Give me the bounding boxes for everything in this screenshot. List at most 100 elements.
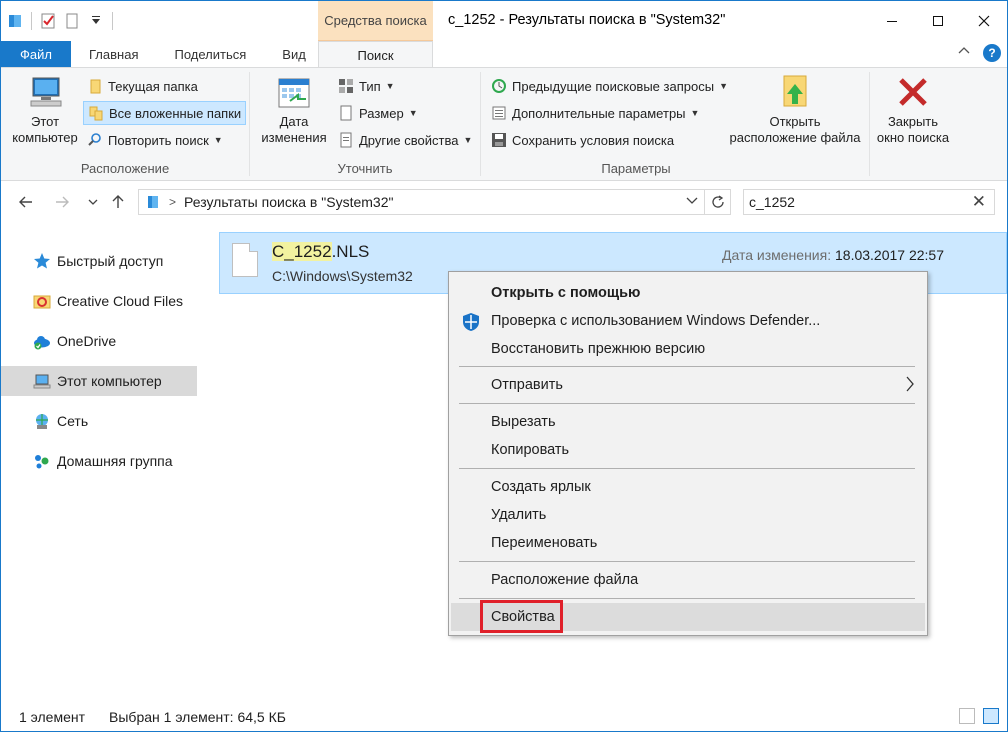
size-button[interactable]: Размер ▼ bbox=[334, 101, 422, 125]
menu-item-copy[interactable]: Копировать bbox=[451, 436, 925, 464]
address-history-icon[interactable] bbox=[686, 194, 698, 209]
properties-icon[interactable] bbox=[40, 13, 56, 29]
computer-icon bbox=[27, 74, 63, 110]
chevron-right-icon: > bbox=[169, 195, 177, 209]
details-view-icon[interactable] bbox=[959, 708, 975, 724]
close-search-icon bbox=[895, 74, 931, 110]
sidebar-item-creative-cloud[interactable]: Creative Cloud Files bbox=[1, 286, 197, 316]
menu-item-delete[interactable]: Удалить bbox=[451, 501, 925, 529]
close-search-label: Закрыть окно поиска bbox=[876, 114, 950, 145]
search-results-icon bbox=[145, 194, 161, 210]
menu-divider bbox=[459, 403, 915, 404]
minimize-icon bbox=[887, 21, 897, 22]
sidebar-item-onedrive[interactable]: OneDrive bbox=[1, 326, 197, 356]
group-divider bbox=[869, 72, 870, 176]
open-file-location-button[interactable]: Открыть расположение файла bbox=[727, 74, 863, 146]
other-properties-button[interactable]: Другие свойства ▼ bbox=[334, 128, 476, 152]
sidebar-item-network[interactable]: Сеть bbox=[1, 406, 197, 436]
navigation-pane: Быстрый доступ Creative Cloud Files OneD… bbox=[1, 222, 201, 702]
customize-toolbar-icon[interactable] bbox=[88, 13, 104, 29]
tab-view[interactable]: Вид bbox=[264, 41, 324, 67]
group-label-refine: Уточнить bbox=[337, 161, 393, 176]
sidebar-item-label: Creative Cloud Files bbox=[57, 293, 184, 309]
tab-search[interactable]: Поиск bbox=[318, 41, 433, 68]
search-box[interactable]: c_1252 ✕ bbox=[743, 189, 995, 215]
network-icon bbox=[33, 412, 51, 430]
menu-item-cut[interactable]: Вырезать bbox=[451, 408, 925, 436]
tab-share[interactable]: Поделиться bbox=[156, 41, 264, 67]
toolbar-divider bbox=[31, 12, 32, 30]
maximize-button[interactable] bbox=[915, 1, 961, 41]
close-button[interactable] bbox=[961, 1, 1007, 41]
up-button[interactable] bbox=[107, 190, 129, 214]
menu-item-send-to[interactable]: Отправить bbox=[451, 371, 925, 399]
explorer-window: Средства поиска c_1252 - Результаты поис… bbox=[0, 0, 1008, 732]
all-subfolders-button[interactable]: Все вложенные папки bbox=[83, 101, 247, 125]
large-icons-view-icon[interactable] bbox=[983, 708, 999, 724]
clear-search-icon[interactable]: ✕ bbox=[972, 192, 986, 212]
address-bar[interactable]: > Результаты поиска в "System32" bbox=[138, 189, 731, 215]
menu-item-label: Переименовать bbox=[491, 535, 598, 551]
menu-item-file-location[interactable]: Расположение файла bbox=[451, 566, 925, 594]
sidebar-item-homegroup[interactable]: Домашняя группа bbox=[1, 446, 197, 476]
back-button[interactable] bbox=[15, 190, 37, 214]
menu-item-label: Расположение файла bbox=[491, 572, 639, 588]
group-label-location: Расположение bbox=[80, 161, 170, 176]
quick-access-toolbar bbox=[7, 9, 113, 33]
folder-icon bbox=[87, 78, 103, 94]
tab-file[interactable]: Файл bbox=[1, 41, 71, 67]
search-input[interactable]: c_1252 bbox=[749, 194, 795, 210]
context-menu: Открыть с помощью Проверка с использован… bbox=[448, 271, 928, 636]
ribbon-group-options: Предыдущие поисковые запросы ▼ Дополните… bbox=[481, 68, 869, 180]
date-modified-caption: Дата изменения: bbox=[722, 247, 832, 263]
menu-item-rename[interactable]: Переименовать bbox=[451, 529, 925, 557]
menu-item-label: Копировать bbox=[491, 442, 570, 458]
tab-home[interactable]: Главная bbox=[71, 41, 156, 67]
current-folder-button[interactable]: Текущая папка bbox=[83, 74, 202, 98]
menu-divider bbox=[459, 468, 915, 469]
current-folder-label: Текущая папка bbox=[108, 78, 198, 94]
collapse-ribbon-icon[interactable] bbox=[957, 44, 971, 62]
kind-label: Тип bbox=[359, 78, 381, 94]
sidebar-item-quick-access[interactable]: Быстрый доступ bbox=[1, 246, 197, 276]
arrow-right-icon bbox=[56, 196, 69, 208]
menu-item-label: Открыть с помощью bbox=[491, 285, 641, 301]
onedrive-cloud-icon bbox=[33, 332, 51, 350]
kind-button[interactable]: Тип ▼ bbox=[334, 74, 399, 98]
chevron-down-icon: ▼ bbox=[213, 135, 223, 145]
sidebar-item-label: Этот компьютер bbox=[57, 373, 162, 389]
maximize-icon bbox=[933, 16, 943, 26]
file-name: C_1252.NLS bbox=[272, 242, 369, 262]
save-search-button[interactable]: Сохранить условия поиска bbox=[487, 128, 678, 152]
forward-button[interactable] bbox=[51, 190, 73, 214]
size-icon bbox=[338, 105, 354, 121]
file-name-match: C_1252 bbox=[272, 242, 332, 261]
new-folder-icon[interactable] bbox=[64, 13, 80, 29]
menu-item-restore-previous[interactable]: Восстановить прежнюю версию bbox=[451, 335, 925, 363]
menu-item-open-with[interactable]: Открыть с помощью bbox=[451, 279, 925, 307]
window-title: c_1252 - Результаты поиска в "System32" bbox=[448, 12, 726, 28]
recent-searches-label: Предыдущие поисковые запросы bbox=[512, 78, 715, 94]
date-modified-button[interactable]: Дата изменения bbox=[254, 74, 334, 146]
menu-divider bbox=[459, 598, 915, 599]
calendar-icon bbox=[276, 74, 312, 110]
this-pc-button[interactable]: Этот компьютер bbox=[9, 74, 81, 146]
menu-item-scan-defender[interactable]: Проверка с использованием Windows Defend… bbox=[451, 307, 925, 335]
advanced-options-button[interactable]: Дополнительные параметры ▼ bbox=[487, 101, 703, 125]
highlight-box bbox=[480, 600, 563, 633]
close-search-button[interactable]: Закрыть окно поиска bbox=[875, 74, 951, 146]
recent-searches-button[interactable]: Предыдущие поисковые запросы ▼ bbox=[487, 74, 732, 98]
sidebar-item-this-pc[interactable]: Этот компьютер bbox=[1, 366, 197, 396]
refresh-button[interactable] bbox=[704, 190, 730, 214]
explorer-app-icon[interactable] bbox=[7, 13, 23, 29]
breadcrumb[interactable]: Результаты поиска в "System32" bbox=[184, 194, 393, 210]
close-icon bbox=[978, 15, 990, 27]
search-again-button[interactable]: Повторить поиск ▼ bbox=[83, 128, 227, 152]
refresh-icon bbox=[711, 195, 724, 208]
menu-item-create-shortcut[interactable]: Создать ярлык bbox=[451, 473, 925, 501]
help-icon[interactable]: ? bbox=[983, 44, 1001, 62]
minimize-button[interactable] bbox=[869, 1, 915, 41]
recent-locations-button[interactable] bbox=[85, 190, 101, 214]
search-tools-tab-group: Средства поиска bbox=[318, 1, 433, 41]
date-modified-value: 18.03.2017 22:57 bbox=[835, 247, 944, 263]
